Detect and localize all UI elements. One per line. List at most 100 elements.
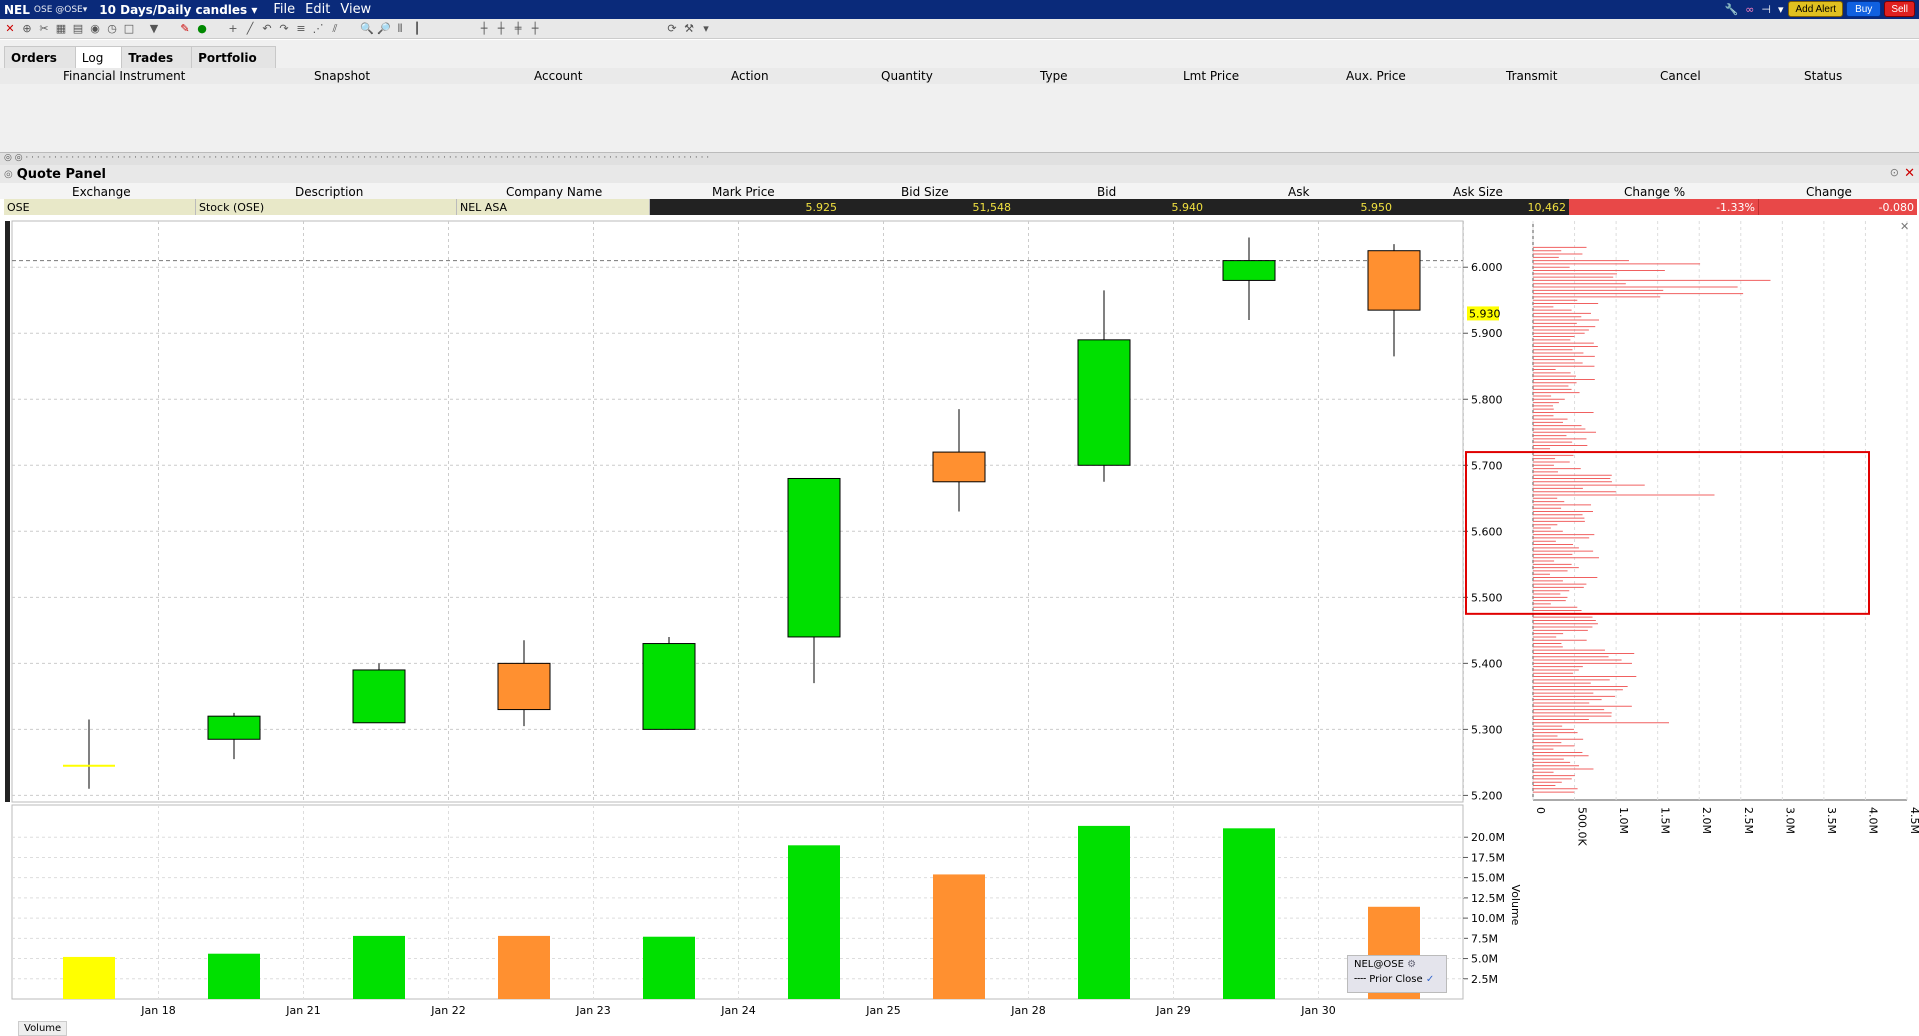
grid-icon[interactable]: ▦ [55, 22, 67, 35]
symbol-label[interactable]: NEL [4, 3, 30, 17]
panel-splitter[interactable]: ◎ ◎ · · · · · · · · · · · · · · · · · · … [0, 153, 1919, 165]
globe-icon[interactable]: ◉ [89, 22, 101, 35]
candle-body [1367, 250, 1421, 311]
col-financial-instrument[interactable]: Financial Instrument [63, 69, 185, 83]
close-panel-icon[interactable]: ✕ [1904, 166, 1915, 181]
qcol-change[interactable]: Change [1806, 185, 1852, 199]
col-lmt-price[interactable]: Lmt Price [1183, 69, 1239, 83]
candle-body [207, 715, 261, 740]
filter-icon[interactable]: ▼ [148, 22, 160, 35]
profile-tick-label: 2.5M [1742, 807, 1755, 834]
orders-column-headers: Financial Instrument Snapshot Account Ac… [0, 68, 1919, 84]
tab-orders[interactable]: Orders [4, 46, 76, 68]
qcol-description[interactable]: Description [295, 185, 363, 199]
legend-symbol: NEL@OSE [1354, 959, 1404, 970]
current-price-tag: 5.930 [1469, 307, 1501, 320]
pin-icon[interactable]: ⊣ [1761, 3, 1771, 16]
qcol-mark-price[interactable]: Mark Price [712, 185, 775, 199]
tab-portfolio[interactable]: Portfolio [191, 46, 276, 68]
candles-icon[interactable]: ┃ [411, 22, 423, 35]
legend-settings-icon[interactable]: ⚙ [1407, 959, 1416, 970]
chart-legend[interactable]: NEL@OSE ⚙ ╌╌ Prior Close ✓ [1347, 955, 1447, 993]
chart-area[interactable]: 6.000 5.900 5.800 5.700 5.600 5.500 5.400 5.300… [0, 215, 1919, 1036]
line-tool-icon[interactable]: ╱ [244, 22, 256, 35]
ohlc-icon[interactable]: ┼ [495, 22, 507, 35]
col-account[interactable]: Account [534, 69, 582, 83]
legend-dash-icon: ╌╌ [1354, 974, 1367, 985]
quote-row[interactable]: OSE Stock (OSE) NEL ASA 5.925 51,548 5.9… [4, 199, 1917, 215]
circle-icon[interactable]: ● [196, 22, 208, 35]
buy-button[interactable]: Buy [1846, 1, 1882, 17]
close-icon[interactable]: ✕ [4, 22, 16, 35]
highlight-box [1465, 451, 1870, 615]
qcol-bid[interactable]: Bid [1097, 185, 1116, 199]
col-cancel[interactable]: Cancel [1660, 69, 1701, 83]
fibonacci-icon[interactable]: ≡ [295, 22, 307, 35]
line-chart-icon[interactable]: ┼ [529, 22, 541, 35]
volume-axis-label: Volume [1509, 885, 1522, 926]
period-selector[interactable]: 10 Days/Daily candles ▾ [99, 3, 257, 17]
square-icon[interactable]: □ [123, 22, 135, 35]
profile-tick-label: 4.5M [1908, 807, 1919, 834]
pencil-icon[interactable]: ✎ [179, 22, 191, 35]
col-quantity[interactable]: Quantity [881, 69, 933, 83]
table-icon[interactable]: ▤ [72, 22, 84, 35]
zoom-out-icon[interactable]: 🔎 [377, 22, 391, 35]
qcol-ask-size[interactable]: Ask Size [1453, 185, 1503, 199]
tab-trades[interactable]: Trades [121, 46, 193, 68]
check-icon[interactable]: ✓ [1426, 974, 1434, 985]
tab-log[interactable]: Log [74, 46, 123, 68]
crosshair-icon[interactable]: ⊕ [21, 22, 33, 35]
zoom-in-icon[interactable]: 🔍 [360, 22, 374, 35]
x-tick-label: Jan 25 [865, 1004, 900, 1017]
qcol-bid-size[interactable]: Bid Size [901, 185, 949, 199]
cut-icon[interactable]: ✂ [38, 22, 50, 35]
x-tick-label: Jan 24 [720, 1004, 755, 1017]
col-aux-price[interactable]: Aux. Price [1346, 69, 1406, 83]
x-tick-label: Jan 29 [1155, 1004, 1190, 1017]
sell-button[interactable]: Sell [1884, 1, 1915, 17]
chart-svg[interactable]: 6.000 5.900 5.800 5.700 5.600 5.500 5.400 5.300… [0, 215, 1919, 1025]
add-alert-button[interactable]: Add Alert [1788, 1, 1844, 17]
col-snapshot[interactable]: Snapshot [314, 69, 370, 83]
price-tick-label: 5.400 [1471, 657, 1503, 670]
col-status[interactable]: Status [1804, 69, 1842, 83]
candle-body [497, 662, 551, 711]
menu-edit[interactable]: Edit [305, 2, 330, 17]
qcol-change-pct[interactable]: Change % [1624, 185, 1685, 199]
qcol-exchange[interactable]: Exchange [72, 185, 131, 199]
clock-icon[interactable]: ◷ [106, 22, 118, 35]
undo-icon[interactable]: ↶ [261, 22, 273, 35]
wrench-icon[interactable]: 🔧 [1724, 3, 1738, 16]
crosshair-tool-icon[interactable]: + [227, 22, 239, 35]
quote-bid: 5.940 [1014, 199, 1206, 215]
detach-icon[interactable]: ⊙ [1890, 166, 1899, 179]
volume-tick-label: 7.5M [1471, 932, 1498, 945]
bars-icon[interactable]: ⫴ [394, 22, 406, 35]
trend-icon[interactable]: ⋰ [312, 22, 324, 35]
candle-type-icon[interactable]: ┼ [478, 22, 490, 35]
channel-icon[interactable]: ⫽ [329, 22, 341, 35]
col-type[interactable]: Type [1040, 69, 1068, 83]
x-tick-label: Jan 18 [140, 1004, 175, 1017]
redo-icon[interactable]: ↷ [278, 22, 290, 35]
settings-icon[interactable]: ▾ [1778, 3, 1784, 16]
x-tick-label: Jan 30 [1300, 1004, 1335, 1017]
exchange-selector[interactable]: OSE @OSE▾ [34, 5, 87, 15]
col-action[interactable]: Action [731, 69, 769, 83]
refresh-icon[interactable]: ⟳ [666, 22, 678, 35]
collapse-icon[interactable]: ◎ [4, 169, 13, 180]
menu-view[interactable]: View [340, 2, 371, 17]
candle-icon[interactable]: ╪ [512, 22, 524, 35]
volume-bar [643, 936, 695, 999]
col-transmit[interactable]: Transmit [1506, 69, 1557, 83]
x-tick-label: Jan 23 [575, 1004, 610, 1017]
qcol-ask[interactable]: Ask [1288, 185, 1309, 199]
link-icon[interactable]: ∞ [1745, 3, 1754, 16]
tools-icon[interactable]: ⚒ [683, 22, 695, 35]
more-icon[interactable]: ▾ [700, 22, 712, 35]
price-tick-label: 5.900 [1471, 327, 1503, 340]
volume-bar [208, 953, 260, 999]
qcol-company-name[interactable]: Company Name [506, 185, 602, 199]
menu-file[interactable]: File [273, 2, 295, 17]
